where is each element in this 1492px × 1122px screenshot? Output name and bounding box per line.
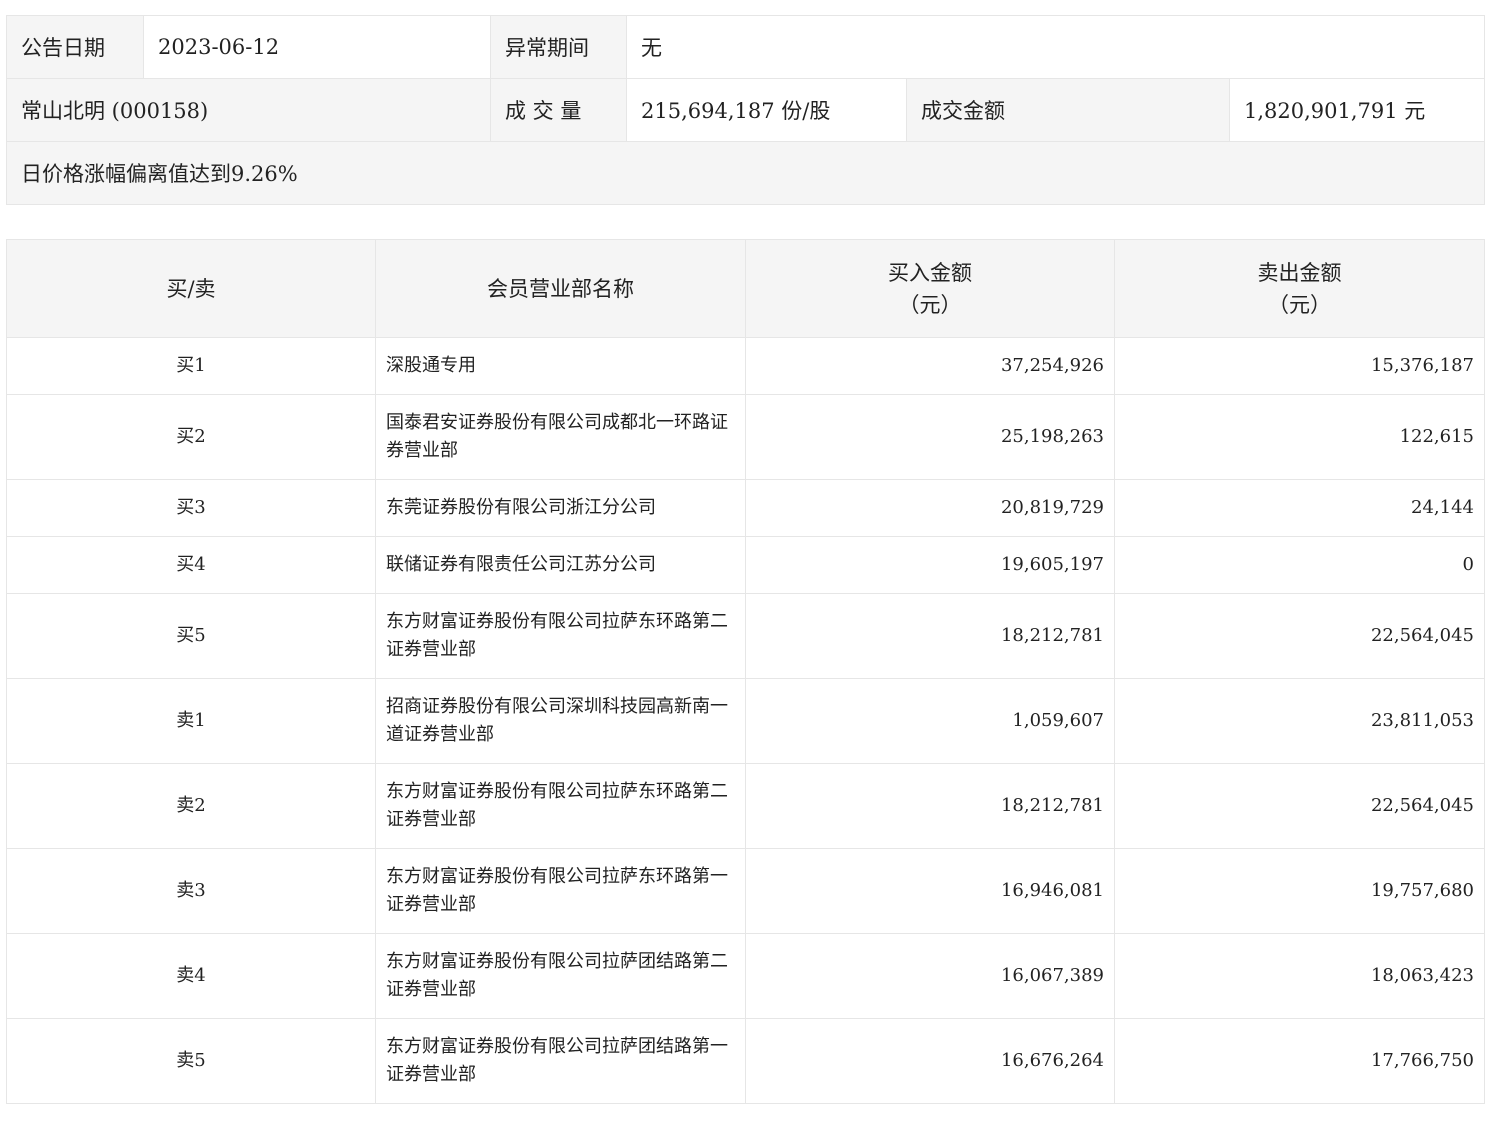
amount-label: 成交金额	[906, 78, 1230, 142]
announce-date-value: 2023-06-12	[143, 15, 491, 79]
row-buy-amount: 18,212,781	[745, 593, 1115, 679]
row-buy-amount: 16,946,081	[745, 848, 1115, 934]
header-sell-amount: 卖出金额 （元）	[1114, 239, 1485, 338]
row-buy-amount: 16,676,264	[745, 1018, 1115, 1104]
header-buy-amount: 买入金额 （元）	[745, 239, 1115, 338]
row-member-name: 东方财富证券股份有限公司拉萨东环路第二证券营业部	[375, 593, 746, 679]
row-sell-amount: 19,757,680	[1114, 848, 1485, 934]
row-buy-amount: 1,059,607	[745, 678, 1115, 764]
table-row: 买3 东莞证券股份有限公司浙江分公司 20,819,729 24,144	[6, 479, 1485, 537]
header-side: 买/卖	[6, 239, 376, 338]
row-member-name: 国泰君安证券股份有限公司成都北一环路证券营业部	[375, 394, 746, 480]
row-member-name: 深股通专用	[375, 337, 746, 395]
info-row-date: 公告日期 2023-06-12 异常期间 无	[6, 15, 1486, 79]
row-side: 买5	[6, 593, 376, 679]
row-member-name: 东方财富证券股份有限公司拉萨东环路第一证券营业部	[375, 848, 746, 934]
row-sell-amount: 122,615	[1114, 394, 1485, 480]
row-member-name: 东方财富证券股份有限公司拉萨团结路第一证券营业部	[375, 1018, 746, 1104]
info-row-stock: 常山北明 (000158) 成 交 量 215,694,187 份/股 成交金额…	[6, 78, 1486, 142]
header-buy-unit: （元）	[898, 292, 962, 317]
abnormal-period-label: 异常期间	[490, 15, 627, 79]
row-buy-amount: 37,254,926	[745, 337, 1115, 395]
row-sell-amount: 22,564,045	[1114, 593, 1485, 679]
amount-value: 1,820,901,791 元	[1228, 78, 1486, 142]
row-sell-amount: 23,811,053	[1114, 678, 1485, 764]
row-side: 卖2	[6, 763, 376, 849]
table-row: 卖1 招商证券股份有限公司深圳科技园高新南一道证券营业部 1,059,607 2…	[6, 678, 1485, 764]
row-member-name: 联储证券有限责任公司江苏分公司	[375, 536, 746, 594]
trade-table-header: 买/卖 会员营业部名称 买入金额 （元） 卖出金额 （元）	[6, 239, 1485, 338]
row-sell-amount: 17,766,750	[1114, 1018, 1485, 1104]
volume-value: 215,694,187 份/股	[626, 78, 907, 142]
row-member-name: 东方财富证券股份有限公司拉萨团结路第二证券营业部	[375, 933, 746, 1019]
row-side: 卖5	[6, 1018, 376, 1104]
header-sell-title: 卖出金额	[1257, 260, 1342, 285]
row-sell-amount: 18,063,423	[1114, 933, 1485, 1019]
row-buy-amount: 16,067,389	[745, 933, 1115, 1019]
header-buy-title: 买入金额	[888, 260, 972, 285]
volume-label: 成 交 量	[490, 78, 627, 142]
row-buy-amount: 19,605,197	[745, 536, 1115, 594]
table-row: 买1 深股通专用 37,254,926 15,376,187	[6, 337, 1485, 395]
table-row: 买2 国泰君安证券股份有限公司成都北一环路证券营业部 25,198,263 12…	[6, 394, 1485, 480]
row-side: 买4	[6, 536, 376, 594]
announce-date-label: 公告日期	[6, 15, 144, 79]
row-side: 卖1	[6, 678, 376, 764]
row-member-name: 招商证券股份有限公司深圳科技园高新南一道证券营业部	[375, 678, 746, 764]
row-buy-amount: 25,198,263	[745, 394, 1115, 480]
row-side: 卖4	[6, 933, 376, 1019]
row-member-name: 东莞证券股份有限公司浙江分公司	[375, 479, 746, 537]
row-member-name: 东方财富证券股份有限公司拉萨东环路第二证券营业部	[375, 763, 746, 849]
row-side: 买3	[6, 479, 376, 537]
abnormal-reason: 日价格涨幅偏离值达到9.26%	[5, 141, 1486, 205]
row-sell-amount: 15,376,187	[1114, 337, 1485, 395]
info-row-reason: 日价格涨幅偏离值达到9.26%	[5, 141, 1486, 205]
table-row: 卖4 东方财富证券股份有限公司拉萨团结路第二证券营业部 16,067,389 1…	[6, 933, 1485, 1019]
table-row: 卖5 东方财富证券股份有限公司拉萨团结路第一证券营业部 16,676,264 1…	[6, 1018, 1485, 1104]
row-sell-amount: 24,144	[1114, 479, 1485, 537]
row-side: 买2	[6, 394, 376, 480]
announcement-info-table: 公告日期 2023-06-12 异常期间 无 常山北明 (000158) 成 交…	[5, 15, 1486, 205]
abnormal-period-value: 无	[625, 15, 1486, 79]
stock-name-code: 常山北明 (000158)	[6, 78, 491, 142]
header-member: 会员营业部名称	[375, 239, 746, 338]
trade-detail-table: 买/卖 会员营业部名称 买入金额 （元） 卖出金额 （元） 买1 深股通专用 3…	[6, 239, 1485, 1104]
row-sell-amount: 22,564,045	[1114, 763, 1485, 849]
table-row: 买4 联储证券有限责任公司江苏分公司 19,605,197 0	[6, 536, 1485, 594]
header-sell-unit: （元）	[1268, 292, 1331, 317]
table-row: 卖2 东方财富证券股份有限公司拉萨东环路第二证券营业部 18,212,781 2…	[6, 763, 1485, 849]
table-row: 买5 东方财富证券股份有限公司拉萨东环路第二证券营业部 18,212,781 2…	[6, 593, 1485, 679]
row-buy-amount: 18,212,781	[745, 763, 1115, 849]
row-side: 卖3	[6, 848, 376, 934]
row-side: 买1	[6, 337, 376, 395]
table-row: 卖3 东方财富证券股份有限公司拉萨东环路第一证券营业部 16,946,081 1…	[6, 848, 1485, 934]
row-buy-amount: 20,819,729	[745, 479, 1115, 537]
row-sell-amount: 0	[1114, 536, 1485, 594]
